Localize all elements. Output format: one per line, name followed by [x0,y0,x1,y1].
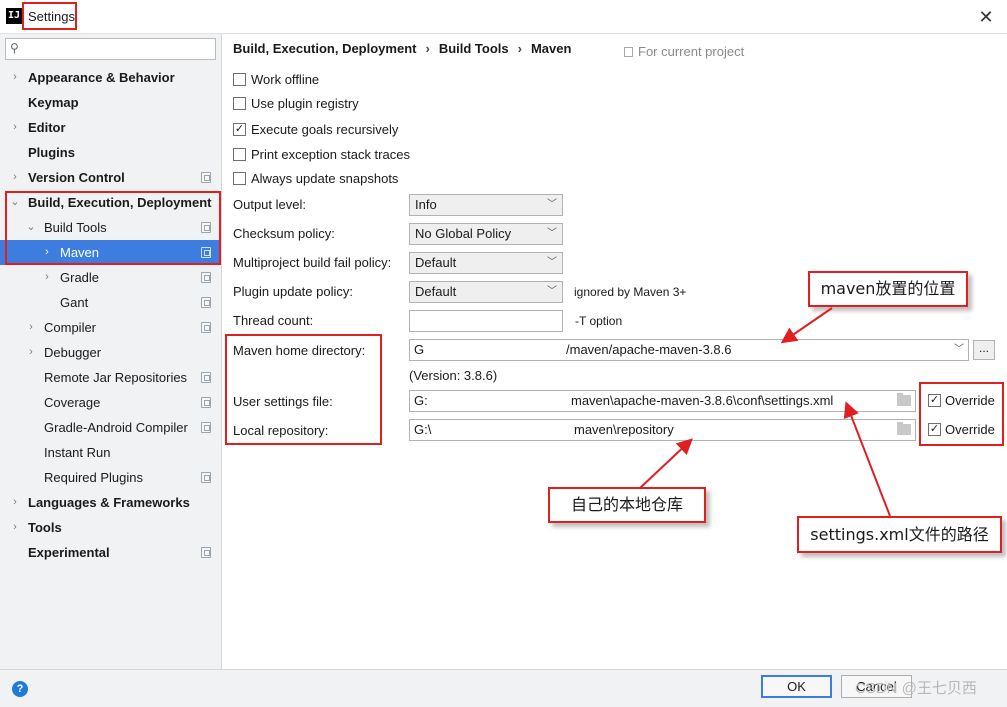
multiproject-fail-policy-select[interactable]: Default ﹀ [409,252,563,274]
chevron-right-icon: › [29,321,33,333]
annotation-box-overrides [919,382,1004,446]
sidebar-item-experimental[interactable]: Experimental [0,540,221,565]
sidebar-item-version-control[interactable]: › Version Control [0,165,221,190]
local-repository-input[interactable]: G:\ maven\repository [409,419,916,441]
browse-button[interactable]: ... [973,340,995,360]
ok-button[interactable]: OK [761,675,832,698]
search-icon: ⚲ [10,41,19,55]
sidebar-item-plugins[interactable]: Plugins [0,140,221,165]
annotation-box-nav [5,191,221,265]
sidebar-item-gradle[interactable]: › Gradle [0,265,221,290]
plugin-update-policy-hint: ignored by Maven 3+ [574,285,687,299]
intellij-app-icon: IJ [6,8,22,24]
sidebar-item-compiler[interactable]: › Compiler [0,315,221,340]
csdn-watermark: CSDN @王七贝西 [855,680,977,697]
multiproject-fail-policy-label: Multiproject build fail policy: [233,255,392,270]
sidebar-item-instant-run[interactable]: Instant Run [0,440,221,465]
sidebar-item-keymap[interactable]: Keymap [0,90,221,115]
output-level-select[interactable]: Info ﹀ [409,194,563,216]
chevron-right-icon: › [13,71,17,83]
breadcrumb-separator: › [517,41,522,56]
sidebar-item-tools[interactable]: › Tools [0,515,221,540]
checksum-policy-label: Checksum policy: [233,226,335,241]
always-update-snapshots-checkbox[interactable] [233,172,246,185]
project-scope-icon [201,547,211,558]
project-scope-icon [201,172,211,183]
breadcrumb-item[interactable]: Build Tools [439,41,509,56]
project-scope-icon [201,297,211,308]
user-settings-input[interactable]: G: maven\apache-maven-3.8.6\conf\setting… [409,390,916,412]
work-offline-checkbox[interactable] [233,73,246,86]
breadcrumb: Build, Execution, Deployment › Build Tools… [233,41,571,56]
project-scope-icon [624,47,633,57]
project-scope-icon [201,472,211,483]
chevron-right-icon: › [13,121,17,133]
project-scope-icon [201,422,211,433]
folder-icon[interactable] [897,422,911,435]
thread-count-input[interactable] [409,310,563,332]
thread-count-label: Thread count: [233,313,314,328]
chevron-right-icon: › [13,521,17,533]
chevron-down-icon: ﹀ [547,199,557,210]
checksum-policy-select[interactable]: No Global Policy ﹀ [409,223,563,245]
chevron-down-icon: ﹀ [547,286,557,297]
sidebar-item-debugger[interactable]: › Debugger [0,340,221,365]
breadcrumb-item[interactable]: Build, Execution, Deployment [233,41,416,56]
annotation-settings-path: settings.xml文件的路径 [797,516,1002,553]
project-scope-icon [201,397,211,408]
sidebar-item-appearance-behavior[interactable]: › Appearance & Behavior [0,65,221,90]
project-scope-icon [201,322,211,333]
maven-home-input[interactable]: G /maven/apache-maven-3.8.6 ﹀ [409,339,969,361]
annotation-maven-location: maven放置的位置 [808,271,968,307]
thread-count-hint: -T option [575,314,623,328]
print-exception-stack-traces-checkbox[interactable] [233,148,246,161]
sidebar-item-gant[interactable]: Gant [0,290,221,315]
annotation-local-repo: 自己的本地仓库 [548,487,706,523]
settings-sidebar: ⚲ › Appearance & Behavior Keymap › Edito… [0,34,222,669]
sidebar-item-coverage[interactable]: Coverage [0,390,221,415]
chevron-down-icon: ﹀ [954,344,964,355]
sidebar-item-gradle-android-compiler[interactable]: Gradle-Android Compiler [0,415,221,440]
maven-version-text: (Version: 3.8.6) [409,368,498,383]
project-scope-icon [201,272,211,283]
folder-icon[interactable] [897,393,911,406]
help-icon[interactable]: ? [12,681,28,697]
chevron-right-icon: › [13,496,17,508]
project-scope-icon [201,372,211,383]
chevron-down-icon: ﹀ [547,228,557,239]
chevron-right-icon: › [45,271,49,283]
title-bar: IJ Settings ✕ [0,0,1007,34]
sidebar-item-languages-frameworks[interactable]: › Languages & Frameworks [0,490,221,515]
chevron-down-icon: ﹀ [547,257,557,268]
for-current-project-note: For current project [624,44,744,59]
sidebar-item-editor[interactable]: › Editor [0,115,221,140]
annotation-box-title [22,2,77,30]
plugin-update-policy-label: Plugin update policy: [233,284,353,299]
close-icon[interactable]: ✕ [973,4,999,30]
use-plugin-registry-checkbox[interactable] [233,97,246,110]
breadcrumb-item-current: Maven [530,41,572,56]
sidebar-item-remote-jar-repositories[interactable]: Remote Jar Repositories [0,365,221,390]
sidebar-item-required-plugins[interactable]: Required Plugins [0,465,221,490]
settings-search-input[interactable]: ⚲ [5,38,216,60]
execute-goals-recursively-checkbox[interactable]: ✓ [233,123,246,136]
output-level-label: Output level: [233,197,306,212]
breadcrumb-separator: › [425,41,430,56]
chevron-right-icon: › [13,171,17,183]
chevron-right-icon: › [29,346,33,358]
annotation-box-labels [225,334,382,445]
plugin-update-policy-select[interactable]: Default ﹀ [409,281,563,303]
